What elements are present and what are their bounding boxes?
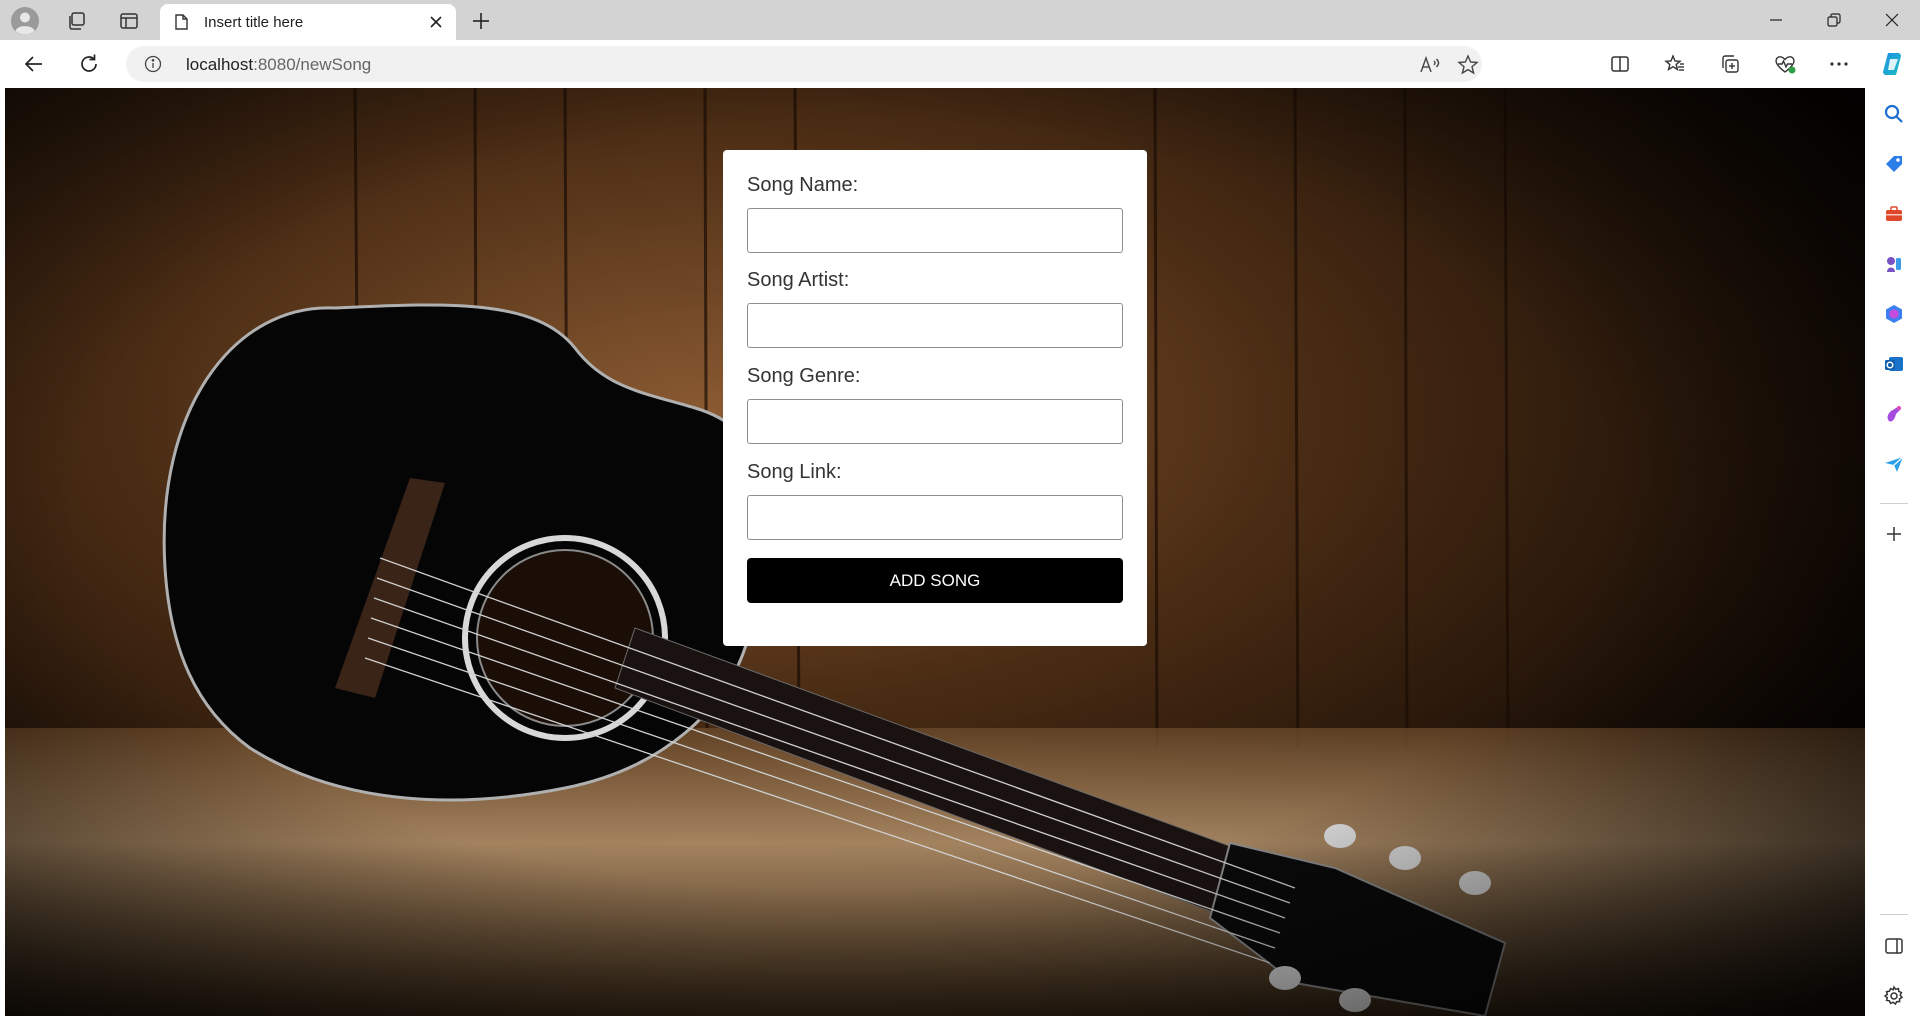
tab-close-icon[interactable] xyxy=(426,12,446,32)
copilot-icon[interactable] xyxy=(1877,48,1909,80)
sidebar-divider xyxy=(1880,914,1908,915)
address-bar[interactable]: localhost:8080/newSong xyxy=(126,46,1482,82)
browser-toolbar: localhost:8080/newSong xyxy=(0,40,1920,88)
add-song-form: Song Name: Song Artist: Song Genre: Song… xyxy=(723,150,1147,646)
page-viewport: Song Name: Song Artist: Song Genre: Song… xyxy=(5,88,1865,1016)
designer-icon[interactable] xyxy=(1879,399,1909,429)
more-icon[interactable] xyxy=(1823,48,1855,80)
new-tab-button[interactable] xyxy=(466,6,496,36)
settings-icon[interactable] xyxy=(1879,981,1909,1011)
song-name-label: Song Name: xyxy=(747,174,859,196)
song-artist-input[interactable] xyxy=(747,303,1123,348)
url-text[interactable]: localhost:8080/newSong xyxy=(186,55,371,75)
read-aloud-icon[interactable] xyxy=(1418,53,1442,77)
add-icon[interactable] xyxy=(1879,519,1909,549)
song-artist-label: Song Artist: xyxy=(747,269,850,291)
minimize-button[interactable] xyxy=(1748,0,1804,40)
song-link-label: Song Link: xyxy=(747,461,842,483)
restore-button[interactable] xyxy=(1806,0,1862,40)
page-icon xyxy=(172,13,190,31)
heart-pulse-icon[interactable] xyxy=(1769,48,1801,80)
add-song-button[interactable]: ADD SONG xyxy=(747,558,1123,603)
back-button[interactable] xyxy=(18,48,50,80)
shopping-tag-icon[interactable] xyxy=(1879,149,1909,179)
browser-sidebar xyxy=(1868,88,1920,1020)
collections-icon[interactable] xyxy=(1714,48,1746,80)
games-icon[interactable] xyxy=(1879,249,1909,279)
info-icon[interactable] xyxy=(144,55,162,73)
favorites-icon[interactable] xyxy=(1659,48,1691,80)
close-window-button[interactable] xyxy=(1864,0,1920,40)
workspaces-icon[interactable] xyxy=(62,6,92,36)
tab-title: Insert title here xyxy=(204,14,304,31)
microsoft-365-icon[interactable] xyxy=(1879,299,1909,329)
refresh-button[interactable] xyxy=(73,48,105,80)
outlook-icon[interactable] xyxy=(1879,349,1909,379)
profile-icon[interactable] xyxy=(10,6,40,36)
song-genre-label: Song Genre: xyxy=(747,365,861,387)
tools-icon[interactable] xyxy=(1879,199,1909,229)
sidebar-divider xyxy=(1880,503,1908,504)
browser-tab[interactable]: Insert title here xyxy=(160,4,456,40)
song-link-input[interactable] xyxy=(747,495,1123,540)
send-icon[interactable] xyxy=(1879,449,1909,479)
song-name-input[interactable] xyxy=(747,208,1123,253)
sidebar-toggle-icon[interactable] xyxy=(1879,931,1909,961)
favorite-star-icon[interactable] xyxy=(1456,53,1480,77)
vertical-tabs-icon[interactable] xyxy=(114,6,144,36)
url-path: :8080/newSong xyxy=(253,55,372,74)
browser-title-bar: Insert title here xyxy=(0,0,1920,40)
song-genre-input[interactable] xyxy=(747,399,1123,444)
url-host: localhost xyxy=(186,55,254,74)
search-icon[interactable] xyxy=(1879,99,1909,129)
split-screen-icon[interactable] xyxy=(1604,48,1636,80)
